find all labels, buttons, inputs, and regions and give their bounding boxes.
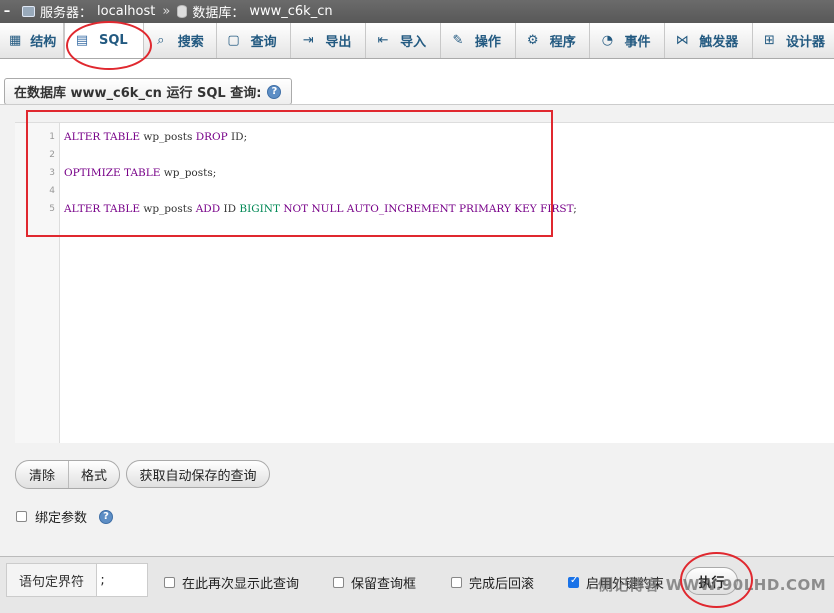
breadcrumb-database[interactable]: 数据库： www_c6k_cn (177, 2, 333, 21)
tab-label: 程序 (549, 35, 576, 50)
show-again-checkbox[interactable] (164, 577, 175, 588)
format-button[interactable]: 格式 (68, 461, 119, 488)
export-icon: ⇥ (302, 33, 314, 48)
clock-icon: ◔ (601, 33, 614, 48)
server-icon (22, 6, 35, 17)
edit-button-group: 清除 格式 (15, 460, 120, 489)
collapse-nav-icon[interactable]: – (0, 0, 14, 23)
tab-operations[interactable]: ✎ 操作 (441, 23, 516, 58)
tab-designer[interactable]: ⊞ 设计器 (753, 23, 834, 58)
tab-import[interactable]: ⇤ 导入 (366, 23, 441, 58)
tab-label: 事件 (624, 35, 651, 50)
query-title: 在数据库 www_c6k_cn 运行 SQL 查询: ? (4, 78, 293, 105)
tab-label: 操作 (474, 35, 501, 50)
structure-icon: ▦ (9, 33, 22, 48)
tab-label: 结构 (30, 35, 57, 50)
tab-label: 触发器 (699, 35, 739, 50)
annotation-circle-sql-tab (66, 21, 152, 70)
foreign-keys-checkbox[interactable] (568, 575, 579, 588)
tab-structure[interactable]: ▦ 结构 (0, 23, 64, 58)
tab-label: 设计器 (785, 35, 825, 50)
trigger-icon: ⋈ (675, 33, 689, 48)
wrench-icon: ✎ (452, 33, 464, 48)
tab-events[interactable]: ◔ 事件 (590, 23, 666, 58)
retain-query-box-option[interactable]: 保留查询框 (333, 573, 416, 592)
delimiter-input[interactable]: ; (96, 564, 147, 596)
tab-label: 查询 (250, 35, 277, 50)
query-title-text: 在数据库 www_c6k_cn 运行 SQL 查询: (14, 86, 262, 101)
import-icon: ⇤ (377, 33, 389, 48)
breadcrumb-bar: – 服务器： localhost » 数据库： www_c6k_cn (0, 0, 834, 23)
bind-parameters-label: 绑定参数 (35, 511, 88, 526)
retain-query-box-label: 保留查询框 (351, 577, 417, 592)
delimiter-label: 语句定界符 (19, 574, 85, 590)
rollback-option[interactable]: 完成后回滚 (451, 573, 534, 592)
tab-label: 导入 (400, 35, 427, 50)
database-value[interactable]: www_c6k_cn (249, 4, 332, 19)
tab-label: 导出 (325, 35, 352, 50)
rollback-checkbox[interactable] (451, 577, 462, 588)
query-icon: ▢ (227, 33, 240, 48)
tab-export[interactable]: ⇥ 导出 (291, 23, 367, 58)
server-label: 服务器： (40, 6, 93, 21)
delimiter-group: 语句定界符 ; (6, 563, 148, 597)
tab-label: 搜索 (177, 35, 204, 50)
database-label: 数据库： (192, 6, 245, 21)
bind-parameters-row: 绑定参数 ? (16, 507, 114, 526)
show-again-option[interactable]: 在此再次显示此查询 (164, 573, 299, 592)
annotation-rect-code (26, 110, 553, 237)
tab-routines[interactable]: ⚙ 程序 (516, 23, 591, 58)
tab-query[interactable]: ▢ 查询 (217, 23, 292, 58)
annotation-circle-go-button (680, 552, 753, 608)
help-icon[interactable]: ? (267, 84, 282, 99)
designer-icon: ⊞ (764, 33, 775, 48)
rollback-label: 完成后回滚 (469, 577, 535, 592)
tab-search[interactable]: ⌕ 搜索 (144, 23, 217, 58)
routines-icon: ⚙ (526, 33, 539, 48)
database-icon (177, 5, 188, 18)
server-value[interactable]: localhost (97, 4, 155, 19)
retain-query-box-checkbox[interactable] (333, 577, 344, 588)
breadcrumb-separator: » (162, 4, 171, 19)
show-again-label: 在此再次显示此查询 (182, 577, 300, 592)
search-icon: ⌕ (157, 33, 165, 48)
bind-parameters-checkbox[interactable] (16, 511, 27, 522)
breadcrumb-server[interactable]: 服务器： localhost (22, 2, 155, 21)
clear-button[interactable]: 清除 (16, 461, 68, 488)
tab-triggers[interactable]: ⋈ 触发器 (665, 23, 753, 58)
get-autosaved-query-button[interactable]: 获取自动保存的查询 (126, 460, 270, 488)
help-icon[interactable]: ? (99, 509, 114, 524)
